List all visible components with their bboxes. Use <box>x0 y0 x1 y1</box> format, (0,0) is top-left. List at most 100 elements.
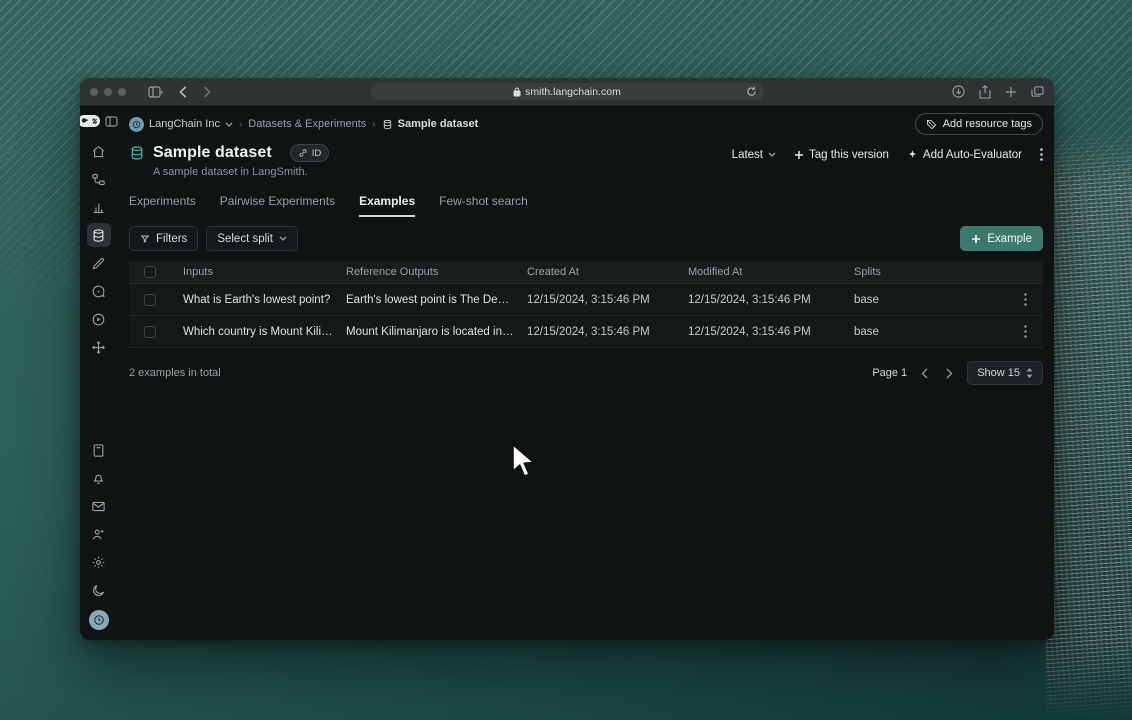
select-split-dropdown[interactable]: Select split <box>206 226 298 251</box>
sidebar-item-invite-members[interactable] <box>87 522 111 546</box>
org-avatar-glyph-icon <box>93 615 104 625</box>
cell-reference-outputs: Mount Kilimanjaro is located in Tanzania… <box>346 325 515 338</box>
tab-experiments[interactable]: Experiments <box>129 194 196 217</box>
tag-icon <box>926 119 936 129</box>
header-more-menu[interactable] <box>1040 148 1043 161</box>
zoom-window-button[interactable] <box>118 87 126 96</box>
sidebar-item-monitoring[interactable] <box>87 195 111 219</box>
close-window-button[interactable] <box>90 87 98 96</box>
sidebar-item-home[interactable] <box>87 139 111 163</box>
column-header-modified-at[interactable]: Modified At <box>676 266 842 278</box>
filters-button[interactable]: Filters <box>129 226 199 251</box>
kebab-menu-icon <box>1023 325 1027 338</box>
address-bar[interactable]: smith.langchain.com <box>371 83 763 100</box>
pen-icon <box>92 257 105 269</box>
row-more-menu[interactable] <box>1007 293 1043 306</box>
cell-modified-at: 12/15/2024, 3:15:46 PM <box>688 325 811 338</box>
cell-reference-outputs: Earth's lowest point is The Dead Sea. <box>346 293 515 306</box>
table-row[interactable]: What is Earth's lowest point? Earth's lo… <box>129 284 1043 316</box>
sidebar-item-prompts[interactable] <box>87 279 111 303</box>
gear-icon <box>92 556 105 568</box>
sidebar-item-settings[interactable] <box>87 550 111 574</box>
sidebar-item-mail[interactable] <box>87 494 111 518</box>
back-button[interactable] <box>179 85 187 98</box>
moon-icon <box>93 584 105 596</box>
select-all-checkbox[interactable] <box>144 266 156 278</box>
sidebar-item-annotation-queues[interactable] <box>87 251 111 275</box>
chevron-down-icon <box>279 236 287 241</box>
play-circle-icon <box>92 313 105 325</box>
sidebar-item-dark-mode[interactable] <box>87 578 111 602</box>
tab-examples[interactable]: Examples <box>359 194 416 217</box>
tab-few-shot-search[interactable]: Few-shot search <box>439 194 528 217</box>
org-avatar <box>129 116 144 132</box>
new-tab-icon[interactable] <box>1005 86 1017 98</box>
home-icon <box>92 145 105 157</box>
tracing-projects-icon <box>92 173 105 185</box>
page-size-dropdown[interactable]: Show 15 <box>967 361 1043 385</box>
chevron-down-icon <box>768 152 776 157</box>
plus-icon <box>795 150 803 159</box>
sidebar-item-datasets[interactable] <box>86 223 111 247</box>
cell-inputs: What is Earth's lowest point? <box>183 293 331 306</box>
sidebar-item-playground[interactable] <box>87 307 111 331</box>
up-down-icon <box>1026 368 1033 378</box>
column-header-splits[interactable]: Splits <box>842 266 1007 278</box>
reload-icon[interactable] <box>746 86 757 97</box>
user-plus-icon <box>92 528 104 539</box>
cell-splits: base <box>854 325 879 338</box>
column-header-created-at[interactable]: Created At <box>515 266 676 278</box>
breadcrumb-page[interactable]: Sample dataset <box>382 118 478 130</box>
table-row[interactable]: Which country is Mount Kilimanjaro... Mo… <box>129 316 1043 348</box>
chat-bubble-icon <box>92 285 105 297</box>
downloads-icon[interactable] <box>952 85 965 98</box>
tag-version-button[interactable]: Tag this version <box>794 149 889 161</box>
user-avatar[interactable] <box>88 610 109 630</box>
cell-created-at: 12/15/2024, 3:15:46 PM <box>527 325 650 338</box>
sidebar <box>80 106 118 640</box>
bar-chart-icon <box>93 202 104 213</box>
sidebar-item-deployments[interactable] <box>87 335 111 359</box>
browser-sidebar-toggle-icon[interactable] <box>148 85 163 98</box>
version-dropdown[interactable]: Latest <box>732 149 776 161</box>
add-example-button[interactable]: Example <box>960 226 1043 251</box>
previous-page-button[interactable] <box>917 368 932 379</box>
row-checkbox[interactable] <box>144 325 156 338</box>
dataset-description: A sample dataset in LangSmith. <box>153 166 308 178</box>
breadcrumb-org[interactable]: LangChain Inc <box>129 116 233 132</box>
cell-inputs: Which country is Mount Kilimanjaro... <box>183 325 334 338</box>
sidebar-item-docs[interactable] <box>87 438 111 462</box>
row-checkbox[interactable] <box>144 293 156 306</box>
tab-overview-icon[interactable] <box>1031 85 1044 98</box>
mail-icon <box>92 501 105 511</box>
langsmith-logo[interactable] <box>80 115 100 127</box>
kebab-menu-icon <box>1023 293 1027 306</box>
chevron-left-icon <box>921 368 928 378</box>
next-page-button[interactable] <box>942 368 957 379</box>
column-header-inputs[interactable]: Inputs <box>171 266 334 278</box>
langsmith-app: LangChain Inc › Datasets & Experiments ›… <box>80 106 1054 640</box>
breadcrumb-separator: › <box>238 118 243 130</box>
tab-pairwise-experiments[interactable]: Pairwise Experiments <box>220 194 335 217</box>
sidebar-item-tracing-projects[interactable] <box>87 167 111 191</box>
background-pattern-right <box>1046 130 1132 720</box>
forward-button[interactable] <box>203 85 211 98</box>
examples-total: 2 examples in total <box>129 367 221 379</box>
row-more-menu[interactable] <box>1007 325 1043 338</box>
lock-icon <box>513 87 521 96</box>
examples-table: Inputs Reference Outputs Created At Modi… <box>129 261 1043 348</box>
kebab-menu-icon <box>1040 148 1043 161</box>
sidebar-item-notifications[interactable] <box>87 466 111 490</box>
plus-icon <box>972 234 981 243</box>
breadcrumb-section[interactable]: Datasets & Experiments <box>248 118 366 130</box>
column-header-reference-outputs[interactable]: Reference Outputs <box>334 266 515 278</box>
share-icon[interactable] <box>979 84 991 99</box>
add-resource-tags-button[interactable]: Add resource tags <box>914 113 1043 135</box>
dataset-id-badge[interactable]: ID <box>289 144 330 162</box>
minimize-window-button[interactable] <box>104 87 112 96</box>
add-auto-evaluator-button[interactable]: Add Auto-Evaluator <box>907 149 1022 161</box>
dataset-title-icon <box>131 146 143 160</box>
cell-splits: base <box>854 293 879 306</box>
chevron-down-icon <box>225 122 233 127</box>
page-indicator: Page 1 <box>872 367 908 379</box>
